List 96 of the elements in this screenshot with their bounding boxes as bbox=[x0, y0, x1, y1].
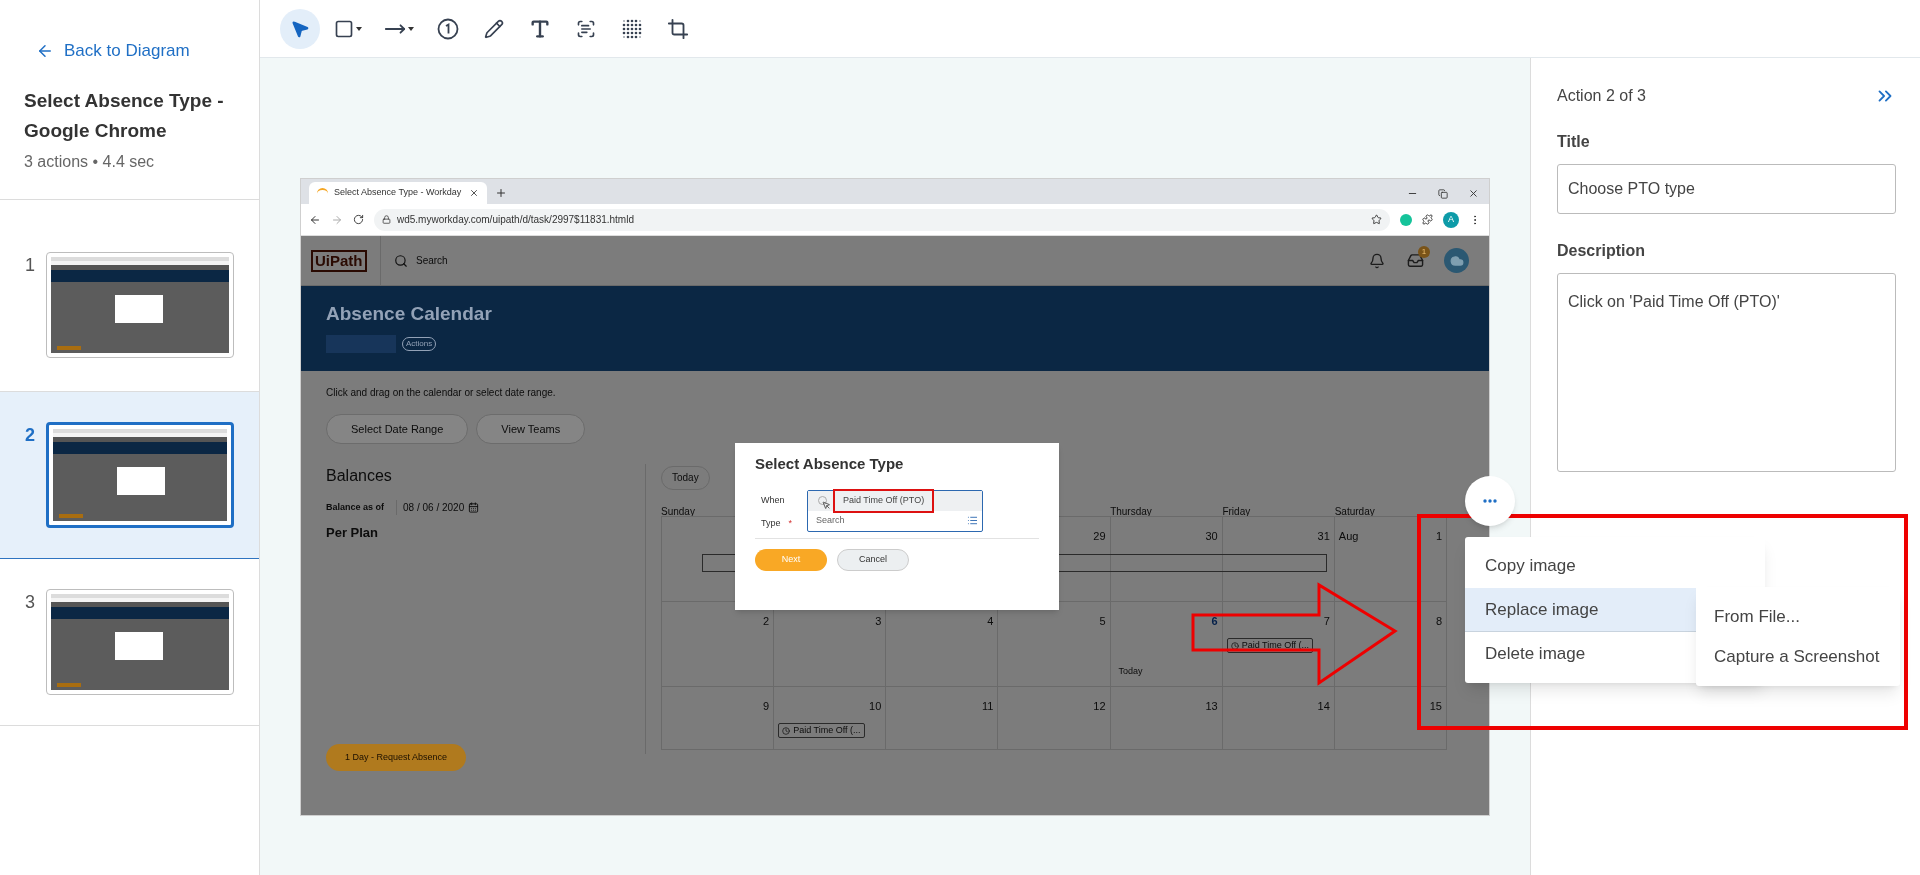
reload-icon[interactable] bbox=[353, 214, 364, 225]
text-icon bbox=[529, 17, 551, 40]
request-button[interactable]: 1 Day - Request Absence bbox=[326, 744, 466, 771]
profile-avatar[interactable]: A bbox=[1443, 211, 1459, 228]
caret-icon bbox=[356, 26, 362, 31]
day-number[interactable]: 30 bbox=[1205, 527, 1218, 544]
day-number[interactable]: 4 bbox=[987, 612, 994, 629]
back-link[interactable]: Back to Diagram bbox=[36, 38, 223, 64]
day-number[interactable]: 10 bbox=[869, 697, 882, 714]
step-number: 2 bbox=[25, 424, 36, 447]
day-header: Saturday bbox=[1334, 505, 1375, 517]
recording-meta: 3 actions • 4.4 sec bbox=[24, 151, 156, 172]
month-label: Aug bbox=[1338, 528, 1359, 544]
field-label: Type bbox=[761, 517, 781, 530]
action-counter: Action 2 of 3 bbox=[1557, 86, 1646, 106]
section-title: Balances bbox=[326, 466, 393, 486]
calendar-icon bbox=[468, 502, 480, 513]
dialog-title: Select Absence Type bbox=[755, 454, 905, 474]
day-number[interactable]: 11 bbox=[982, 697, 994, 714]
list-icon[interactable] bbox=[967, 515, 978, 526]
day-number[interactable]: 3 bbox=[875, 612, 882, 629]
pencil-icon bbox=[484, 18, 504, 39]
new-tab-icon[interactable] bbox=[495, 187, 507, 199]
notification-badge: 1 bbox=[1418, 246, 1430, 258]
pill-button[interactable]: Select Date Range bbox=[326, 414, 469, 444]
type-field[interactable]: Paid Time Off (PTO) Search bbox=[807, 489, 983, 532]
close-icon[interactable] bbox=[1468, 188, 1479, 199]
field-label: Title bbox=[1557, 132, 1591, 152]
day-header: Sunday bbox=[661, 505, 695, 517]
step-number: 1 bbox=[25, 254, 36, 277]
title-field[interactable]: Choose PTO type bbox=[1557, 164, 1896, 214]
step-item[interactable]: 2 bbox=[0, 392, 259, 559]
day-header: Friday bbox=[1222, 505, 1251, 517]
scan-text-icon bbox=[576, 18, 596, 39]
day-number[interactable]: 15 bbox=[1429, 697, 1442, 714]
rectangle-icon bbox=[334, 18, 354, 39]
day-number[interactable]: 1 bbox=[1435, 527, 1442, 544]
bell-icon[interactable] bbox=[1369, 252, 1385, 269]
field-label: Balance as of bbox=[326, 500, 385, 514]
search-field[interactable]: Search bbox=[416, 253, 448, 268]
field-label: When bbox=[761, 493, 786, 507]
inbox-icon[interactable] bbox=[1407, 252, 1424, 269]
date-field[interactable]: 08 / 06 / 2020 bbox=[396, 500, 486, 515]
day-number[interactable]: 13 bbox=[1205, 697, 1218, 714]
cursor-icon bbox=[822, 500, 831, 510]
required-mark: * bbox=[788, 517, 793, 530]
dialog-button[interactable]: Cancel bbox=[837, 548, 909, 571]
step-number: 3 bbox=[25, 591, 36, 614]
logo: UiPath bbox=[311, 249, 367, 272]
today-label: Today bbox=[1118, 665, 1143, 678]
day-number[interactable]: 29 bbox=[1093, 527, 1106, 544]
star-icon[interactable] bbox=[1371, 214, 1382, 225]
day-header: Thursday bbox=[1110, 505, 1152, 517]
day-number[interactable]: 7 bbox=[1323, 612, 1330, 629]
thumbnail-drawing[interactable] bbox=[46, 422, 234, 528]
address-bar[interactable]: wd5.myworkday.com/uipath/d/task/2997$11831.htmld bbox=[374, 208, 1390, 231]
restore-icon[interactable] bbox=[1438, 188, 1448, 199]
menu-item[interactable]: Replace image bbox=[1465, 588, 1696, 632]
puzzle-icon[interactable] bbox=[1422, 214, 1433, 225]
search-icon bbox=[394, 253, 408, 268]
lock-icon bbox=[382, 215, 391, 224]
cloud-avatar[interactable] bbox=[1444, 248, 1469, 273]
event-chip[interactable]: Paid Time Off (... bbox=[778, 723, 865, 738]
submenu-item[interactable]: Capture a Screenshot bbox=[1696, 637, 1900, 677]
clock-icon bbox=[1230, 641, 1239, 650]
caret-icon bbox=[408, 26, 414, 31]
browser-tab[interactable]: Select Absence Type - Workday bbox=[309, 182, 487, 204]
numbered-circle-icon bbox=[437, 17, 459, 40]
day-number[interactable]: 12 bbox=[1093, 697, 1106, 714]
day-number[interactable]: 31 bbox=[1317, 527, 1330, 544]
hint-text: Click and drag on the calendar or select date range. bbox=[326, 386, 557, 400]
tool-button[interactable] bbox=[280, 8, 320, 49]
cloud-icon bbox=[1449, 253, 1464, 268]
pill-button[interactable]: View Teams bbox=[476, 414, 586, 444]
day-number[interactable]: 14 bbox=[1317, 697, 1330, 714]
day-number[interactable]: 2 bbox=[763, 612, 770, 629]
day-number[interactable]: 6 bbox=[1211, 612, 1218, 629]
day-number[interactable]: 5 bbox=[1099, 612, 1106, 629]
page-title: Absence Calendar bbox=[326, 302, 493, 326]
thumbnail-drawing[interactable] bbox=[46, 589, 234, 695]
dot-grid-icon bbox=[622, 18, 642, 39]
submenu-item[interactable]: From File... bbox=[1696, 597, 1900, 637]
description-field[interactable]: Click on 'Paid Time Off (PTO)' bbox=[1557, 273, 1896, 472]
field-label: Description bbox=[1557, 241, 1646, 261]
close-tab-icon[interactable] bbox=[469, 188, 479, 198]
more-icon bbox=[1483, 499, 1497, 503]
selected-option[interactable]: Paid Time Off (PTO) bbox=[833, 488, 935, 513]
day-number[interactable]: 9 bbox=[763, 697, 770, 714]
back-icon[interactable] bbox=[309, 213, 321, 226]
crop-icon bbox=[667, 17, 689, 40]
clock-icon bbox=[782, 726, 791, 735]
day-number[interactable]: 8 bbox=[1435, 612, 1442, 629]
search-placeholder: Search bbox=[816, 513, 845, 527]
section-title: Per Plan bbox=[326, 524, 380, 542]
recording-title: Select Absence Type - Google Chrome bbox=[24, 88, 225, 143]
thumbnail-drawing[interactable] bbox=[46, 252, 234, 358]
